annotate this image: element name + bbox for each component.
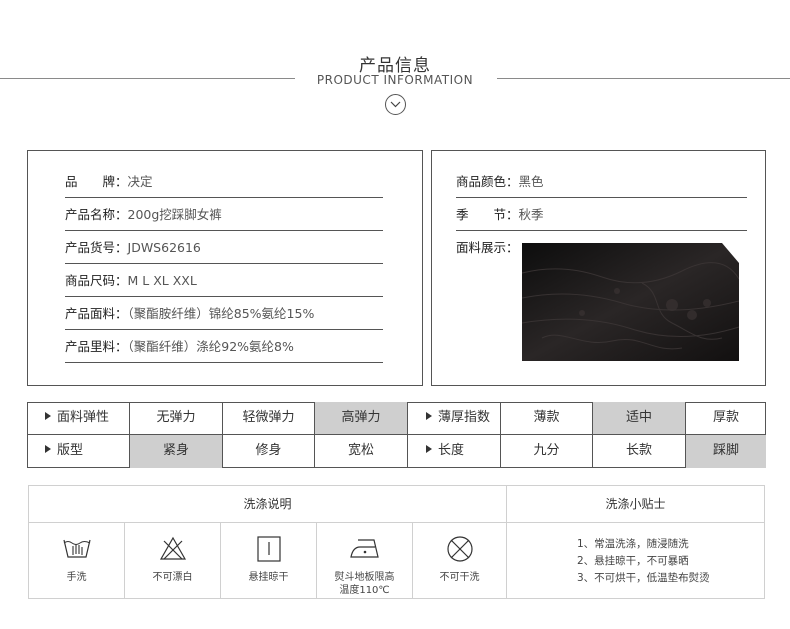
attr-option: 九分 [501, 435, 593, 468]
info-value: （聚酯纤维）涤纶92%氨纶8% [127, 339, 294, 354]
info-row-sku: 产品货号：JDWS62616 [65, 231, 383, 264]
wash-item-no-dry-clean: 不可干洗 [413, 523, 507, 598]
triangle-right-icon [45, 412, 51, 420]
info-value: M L XL XXL [127, 273, 197, 288]
info-label: 面料展示： [456, 240, 519, 255]
attributes-table: 面料弹性 无弹力 轻微弹力 高弹力 薄厚指数 薄款 适中 厚款 版型 紧身 修身… [27, 402, 766, 468]
wash-item-hand-wash: 手洗 [29, 523, 125, 598]
wash-item-label: 悬挂晾干 [248, 572, 289, 583]
attr-option: 轻微弹力 [223, 402, 315, 435]
attr-option: 厚款 [686, 402, 766, 435]
wash-item-hang-dry: 悬挂晾干 [221, 523, 317, 598]
attr-option-selected: 紧身 [130, 435, 223, 468]
attr-header-length: 长度 [408, 435, 501, 468]
product-extra-box: 商品颜色：黑色 季 节：秋季 面料展示： [431, 150, 766, 386]
info-label: 品 牌： [65, 174, 128, 189]
wash-item-iron: 熨斗地板限高温度110℃ [317, 523, 413, 598]
wash-tip: 1、常温洗涤，随浸随洗 [577, 538, 689, 550]
wash-item-label: 手洗 [66, 572, 87, 583]
attr-header-fit: 版型 [27, 435, 130, 468]
attr-option: 宽松 [315, 435, 408, 468]
info-row-size: 商品尺码：M L XL XXL [65, 264, 383, 297]
info-label: 产品货号： [65, 240, 128, 255]
attr-option: 修身 [223, 435, 315, 468]
info-value: JDWS62616 [127, 240, 201, 255]
info-value: 黑色 [518, 174, 544, 189]
wash-tip: 2、悬挂晾干，不可暴晒 [577, 555, 689, 567]
chevron-down-icon [385, 94, 406, 115]
info-label: 商品颜色： [456, 174, 519, 189]
attr-option: 长款 [593, 435, 686, 468]
attr-header-elasticity: 面料弹性 [27, 402, 130, 435]
product-info-box: 品 牌：决定 产品名称：200g挖踩脚女裤 产品货号：JDWS62616 商品尺… [27, 150, 423, 386]
no-bleach-icon [158, 535, 188, 566]
info-value: 秋季 [518, 207, 544, 222]
wash-item-label: 不可漂白 [152, 572, 193, 583]
info-label: 季 节： [456, 207, 519, 222]
info-label: 商品尺码： [65, 273, 128, 288]
triangle-right-icon [45, 445, 51, 453]
info-value: 决定 [127, 174, 153, 189]
attr-option: 无弹力 [130, 402, 223, 435]
attr-option-selected: 高弹力 [315, 402, 408, 435]
wash-item-label: 不可干洗 [439, 572, 480, 583]
wash-item-label: 熨斗地板限高温度110℃ [334, 572, 395, 596]
info-row-season: 季 节：秋季 [456, 198, 747, 231]
fabric-swatch-image [522, 243, 739, 361]
wash-tips-list: 1、常温洗涤，随浸随洗 2、悬挂晾干，不可暴晒 3、不可烘干，低温垫布熨烫 [507, 523, 764, 598]
attr-header-thickness: 薄厚指数 [408, 402, 501, 435]
info-label: 产品里料： [65, 339, 128, 354]
info-row-brand: 品 牌：决定 [65, 165, 383, 198]
attr-option: 薄款 [501, 402, 593, 435]
wash-section: 洗涤说明 洗涤小贴士 手洗 不可漂白 悬挂晾干 熨斗地板限高温度110℃ 不可干… [28, 485, 765, 599]
wash-tips-title: 洗涤小贴士 [507, 486, 764, 523]
wash-tip: 3、不可烘干，低温垫布熨烫 [577, 572, 710, 584]
info-row-fabric: 产品面料：（聚酯胺纤维）锦纶85%氨纶15% [65, 297, 383, 330]
attr-option-selected: 踩脚 [686, 435, 766, 468]
attr-option-selected: 适中 [593, 402, 686, 435]
hang-dry-icon [254, 535, 284, 566]
info-value: 200g挖踩脚女裤 [127, 207, 222, 222]
info-row-lining: 产品里料：（聚酯纤维）涤纶92%氨纶8% [65, 330, 383, 363]
section-subtitle: PRODUCT INFORMATION [316, 73, 474, 87]
triangle-right-icon [426, 445, 432, 453]
iron-icon [348, 535, 382, 566]
hand-wash-icon [62, 535, 92, 566]
info-row-name: 产品名称：200g挖踩脚女裤 [65, 198, 383, 231]
info-row-color: 商品颜色：黑色 [456, 165, 747, 198]
info-label: 产品面料： [65, 306, 128, 321]
no-dry-clean-icon [445, 535, 475, 566]
wash-title: 洗涤说明 [29, 486, 507, 523]
wash-item-no-bleach: 不可漂白 [125, 523, 221, 598]
triangle-right-icon [426, 412, 432, 420]
info-value: （聚酯胺纤维）锦纶85%氨纶15% [127, 306, 315, 321]
info-label: 产品名称： [65, 207, 128, 222]
